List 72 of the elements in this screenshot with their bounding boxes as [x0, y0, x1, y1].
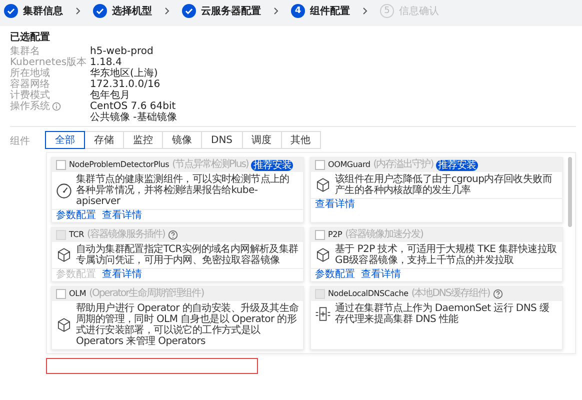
info-icon[interactable]: [52, 102, 61, 111]
field-label: 容器网络: [10, 79, 50, 90]
checkbox[interactable]: [56, 289, 66, 299]
component-name: NodeProblemDetectorPlus: [69, 159, 170, 171]
checkbox[interactable]: [315, 230, 325, 240]
cube-icon: [56, 247, 72, 263]
component-subtitle: (容器镜像服务插件): [86, 229, 165, 241]
component-description: 帮助用户进行 Operator 的自动安装、升级及其生命周期的管理，同时 OLM 自身也是以 Operator 的形式进行安装部署，可以说它的工作方式是以 Operators 来管理 Operators: [76, 303, 299, 347]
section-title: 已选配置: [10, 30, 50, 44]
component-description: 自动为集群配置指定TCR实例的域名内网解析及集群专属访问凭证，可用于内网、免密拉取容器镜像: [76, 244, 299, 266]
cube-icon: [315, 177, 331, 193]
component-subtitle: (容器镜像加速分发): [345, 229, 423, 241]
step-number: 4: [291, 4, 305, 18]
field-value: 172.31.0.0/16: [90, 79, 160, 90]
filter-tab[interactable]: 镜像: [162, 131, 202, 149]
component-subtitle: (本地DNS缓存组件): [411, 288, 490, 300]
chevron-icon: [164, 7, 170, 15]
filter-tab[interactable]: 存储: [84, 131, 124, 149]
input-field[interactable]: [46, 358, 258, 374]
link[interactable]: 参数配置: [56, 210, 96, 222]
field-value: 华东地区(上海): [90, 68, 158, 79]
field-label: 集群名: [10, 46, 40, 57]
checkbox[interactable]: [315, 160, 325, 170]
recommended-badge: 推荐安装: [436, 160, 478, 170]
field-label: 操作系统: [10, 101, 50, 112]
link[interactable]: 查看详情: [315, 199, 355, 211]
step-label: 集群信息: [23, 4, 63, 18]
link[interactable]: 查看详情: [102, 210, 142, 222]
recommended-badge: 推荐安装: [251, 160, 294, 170]
link: 参数配置: [56, 269, 96, 281]
link[interactable]: 查看详情: [361, 269, 401, 281]
field-value: 公共镜像 -基础镜像: [90, 112, 177, 123]
filter-tab[interactable]: 调度: [242, 131, 282, 149]
field-label: 组件: [10, 135, 31, 148]
component-subtitle: (Operator生命周期管理组件): [89, 288, 204, 300]
component-name: TCR: [69, 229, 84, 241]
filter-tab[interactable]: 监控: [123, 131, 163, 149]
field-label: Kubernetes版本: [10, 57, 87, 68]
field-value: 1.18.4: [90, 57, 122, 68]
filter-tab[interactable]: DNS: [201, 131, 243, 149]
field-value: h5-web-prod: [90, 46, 154, 57]
component-name: P2P: [328, 229, 342, 241]
step-label: 云服务器配置: [201, 4, 261, 18]
component-name: NodeLocalDNSCache: [328, 288, 408, 300]
component-name: OLM: [69, 288, 86, 300]
component-description: 基于 P2P 技术，可适用于大规模 TKE 集群快速拉取GB级容器镜像，支持上千节点的并发拉取: [335, 244, 558, 266]
component-subtitle: (节点异常检测Plus): [172, 159, 248, 171]
component-subtitle: (内存溢出守护): [373, 159, 434, 171]
step-label: 组件配置: [310, 4, 350, 18]
field-value: 包年包月: [90, 90, 130, 101]
step-number: 5: [380, 4, 394, 18]
field-value: CentOS 7.6 64bit: [90, 101, 176, 112]
component-description: 集群节点的健康监测组件，可以实时检测节点上的各种异常情况，并将检测结果报告给kube-apiserver: [76, 174, 290, 207]
chevron-icon: [273, 7, 279, 15]
component-description: 该组件在用户态降低了由于cgroup内存回收失败而产生的各种内核故障的发生几率: [335, 174, 554, 196]
step-label: 选择机型: [112, 4, 152, 18]
scrollbar[interactable]: [568, 157, 572, 227]
device-icon: [315, 306, 331, 322]
filter-tab[interactable]: 其他: [280, 131, 321, 149]
step-label: 信息确认: [399, 4, 439, 18]
field-label: 计费模式: [10, 90, 50, 101]
link[interactable]: 参数配置: [315, 269, 355, 281]
chevron-icon: [75, 7, 81, 15]
cube-icon: [315, 247, 331, 263]
cube-icon: [56, 317, 72, 333]
filter-tab[interactable]: 全部: [45, 131, 85, 149]
gauge-icon: [56, 182, 72, 198]
component-description: 通过在集群节点上作为 DaemonSet 运行 DNS 缓存代理来提高集群 DNS 性能: [335, 303, 550, 325]
component-name: OOMGuard: [328, 159, 370, 171]
checkbox[interactable]: [56, 160, 66, 170]
chevron-icon: [362, 7, 368, 15]
field-label: 所在地域: [10, 68, 50, 79]
